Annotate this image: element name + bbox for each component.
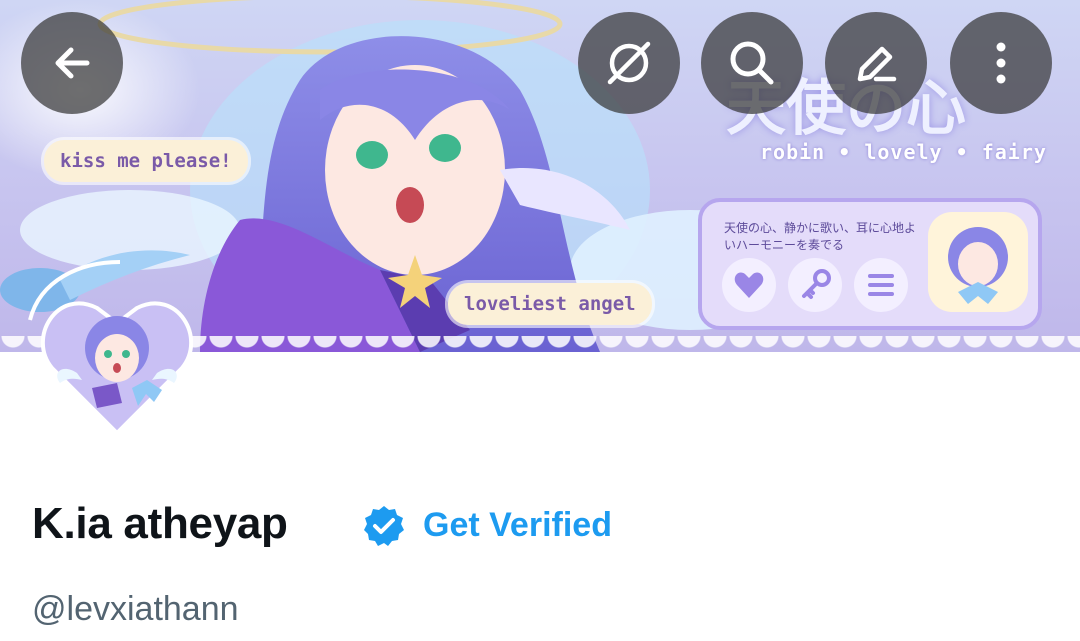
more-vertical-icon [996, 42, 1006, 84]
no-animation-icon [607, 41, 651, 85]
banner-card-icons [722, 258, 908, 312]
more-options-button[interactable] [950, 12, 1052, 114]
banner-label-kiss: kiss me please! [44, 140, 248, 182]
banner-subtitle: robin • lovely • fairy [760, 140, 1047, 164]
user-handle: @levxiathann [32, 590, 239, 628]
menu-icon [854, 258, 908, 312]
banner-card-avatar [928, 212, 1028, 312]
heart-icon [722, 258, 776, 312]
banner-card-text: 天使の心、静かに歌い、耳に心地よいハーモニーを奏でる [724, 221, 917, 252]
banner-card: 天使の心、静かに歌い、耳に心地よいハーモニーを奏でる [698, 198, 1042, 330]
back-arrow-icon [55, 47, 90, 79]
edit-icon [857, 46, 897, 82]
key-icon [788, 258, 842, 312]
search-icon [730, 41, 774, 85]
display-name: K.ia atheyap [32, 499, 288, 548]
back-button[interactable] [21, 12, 123, 114]
profile-avatar[interactable] [22, 268, 212, 458]
get-verified-link[interactable]: Get Verified [423, 506, 612, 545]
search-button[interactable] [701, 12, 803, 114]
disable-animation-button[interactable] [578, 12, 680, 114]
verified-badge-icon[interactable] [362, 504, 406, 548]
banner-label-angel: loveliest angel [448, 283, 652, 325]
edit-profile-button[interactable] [825, 12, 927, 114]
